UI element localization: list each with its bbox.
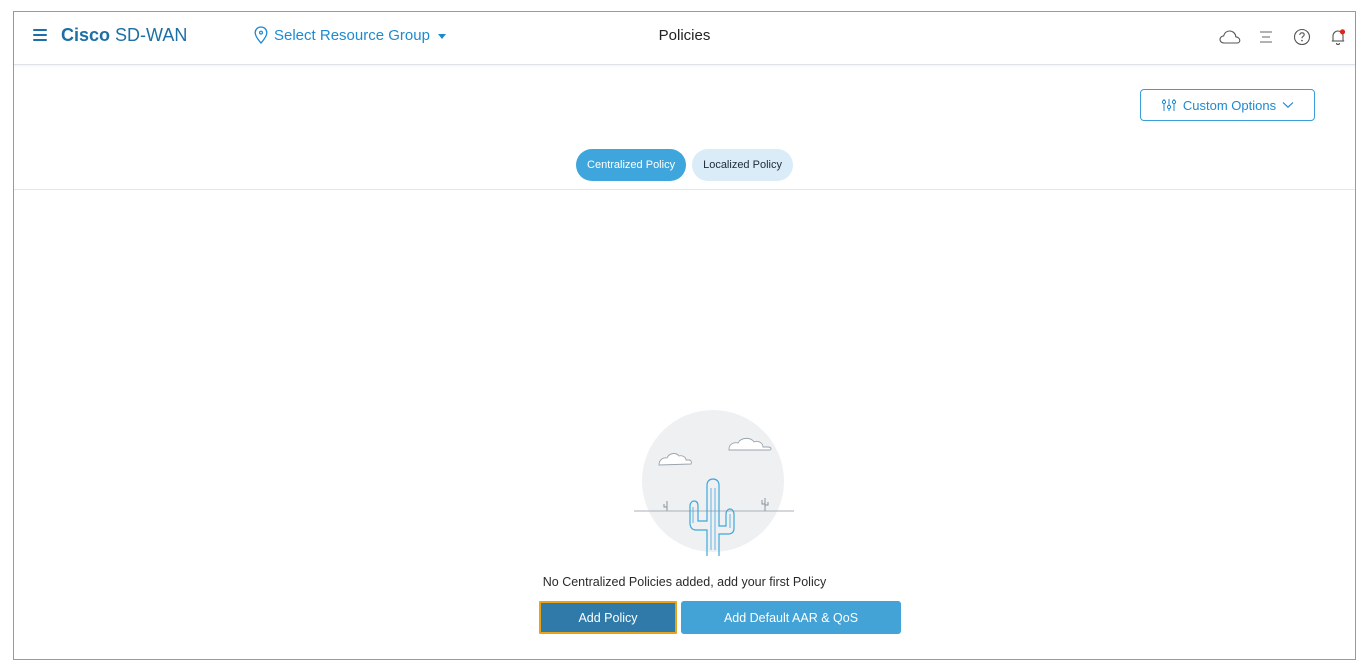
cloud-icon[interactable]: [1219, 26, 1241, 48]
add-policy-button[interactable]: Add Policy: [539, 601, 677, 634]
policy-tabs: Centralized Policy Localized Policy: [14, 149, 1355, 181]
help-icon[interactable]: [1291, 26, 1313, 48]
tab-localized-policy[interactable]: Localized Policy: [692, 149, 793, 181]
notification-bell-icon[interactable]: [1327, 26, 1349, 48]
list-icon[interactable]: [1255, 26, 1277, 48]
tab-centralized-policy[interactable]: Centralized Policy: [576, 149, 687, 181]
add-default-aar-qos-button[interactable]: Add Default AAR & QoS: [681, 601, 901, 634]
page-title: Policies: [658, 27, 711, 44]
empty-state-message: No Centralized Policies added, add your …: [542, 575, 827, 589]
custom-options-button[interactable]: Custom Options: [1140, 89, 1315, 121]
top-header: Cisco SD-WAN Select Resource Group Polic…: [14, 12, 1355, 65]
chevron-down-icon: [1282, 102, 1294, 109]
custom-options-label: Custom Options: [1182, 97, 1277, 113]
sliders-icon: [1161, 99, 1176, 111]
tabs-divider: [14, 189, 1355, 190]
header-icons: [1219, 26, 1349, 48]
empty-state-cactus-illustration: [634, 410, 794, 556]
app-window: Cisco SD-WAN Select Resource Group Polic…: [13, 11, 1356, 660]
